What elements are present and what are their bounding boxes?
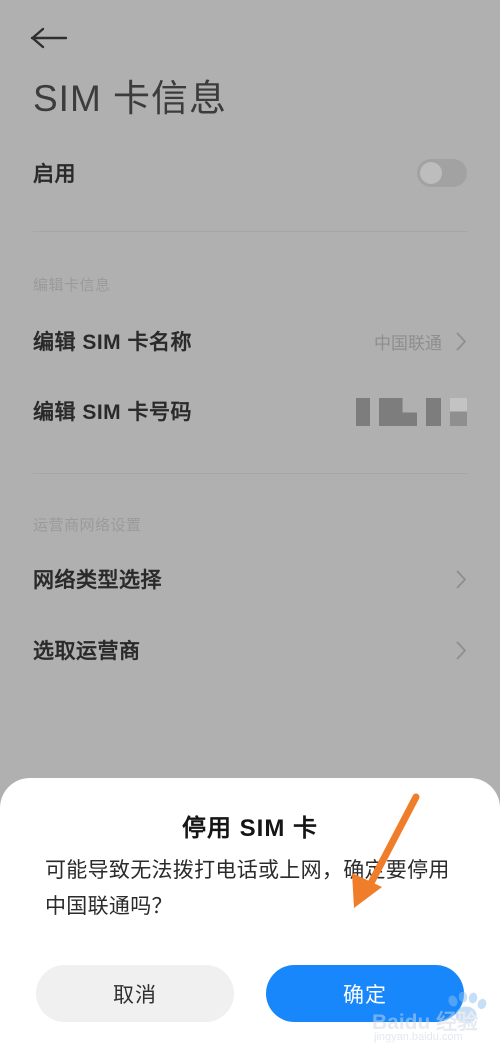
section-label-carrier-network: 运营商网络设置 [33, 517, 142, 534]
row-select-carrier[interactable]: 选取运营商 [33, 627, 467, 673]
chevron-right-icon [456, 641, 466, 659]
row-enable-label: 启用 [33, 163, 76, 186]
row-network-type-label: 网络类型选择 [33, 569, 162, 592]
row-network-type-right [456, 570, 467, 589]
row-edit-sim-number-right [356, 396, 467, 426]
dialog-title: 停用 SIM 卡 [181, 815, 318, 842]
page-title: SIM 卡信息 [33, 78, 228, 119]
disable-sim-dialog: 停用 SIM 卡 可能导致无法拨打电话或上网，确定要停用中国联通吗？ 取消 确定 [0, 778, 500, 1060]
sim-number-redaction [356, 396, 467, 426]
dialog-button-row: 取消 确定 [36, 965, 464, 1022]
row-select-carrier-right [456, 641, 467, 660]
back-icon[interactable] [30, 18, 74, 58]
row-enable-right [417, 159, 467, 187]
row-edit-sim-name-right: 中国联通 [374, 329, 467, 354]
enable-toggle-switch[interactable] [417, 159, 467, 187]
phone-screen: SIM 卡信息 启用 编辑卡信息 编辑 SIM 卡名称 中国联通 编辑 SIM … [0, 0, 500, 1060]
confirm-button[interactable]: 确定 [266, 965, 464, 1022]
sim-card-info-page: SIM 卡信息 启用 编辑卡信息 编辑 SIM 卡名称 中国联通 编辑 SIM … [0, 0, 500, 780]
row-edit-sim-name[interactable]: 编辑 SIM 卡名称 中国联通 [33, 318, 467, 364]
section-divider-2 [33, 473, 467, 474]
row-enable[interactable]: 启用 [33, 150, 467, 196]
row-select-carrier-label: 选取运营商 [33, 640, 141, 663]
chevron-right-icon [456, 332, 466, 350]
row-network-type[interactable]: 网络类型选择 [33, 556, 467, 602]
row-edit-sim-number-label: 编辑 SIM 卡号码 [33, 401, 193, 424]
cancel-button[interactable]: 取消 [36, 965, 234, 1022]
row-edit-sim-name-value: 中国联通 [374, 333, 442, 353]
dialog-message: 可能导致无法拨打电话或上网，确定要停用中国联通吗？ [45, 859, 450, 918]
section-divider-1 [33, 231, 467, 232]
chevron-right-icon [456, 570, 466, 588]
section-label-card-info: 编辑卡信息 [33, 277, 111, 294]
row-edit-sim-number[interactable]: 编辑 SIM 卡号码 [33, 388, 467, 434]
row-edit-sim-name-label: 编辑 SIM 卡名称 [33, 331, 193, 354]
